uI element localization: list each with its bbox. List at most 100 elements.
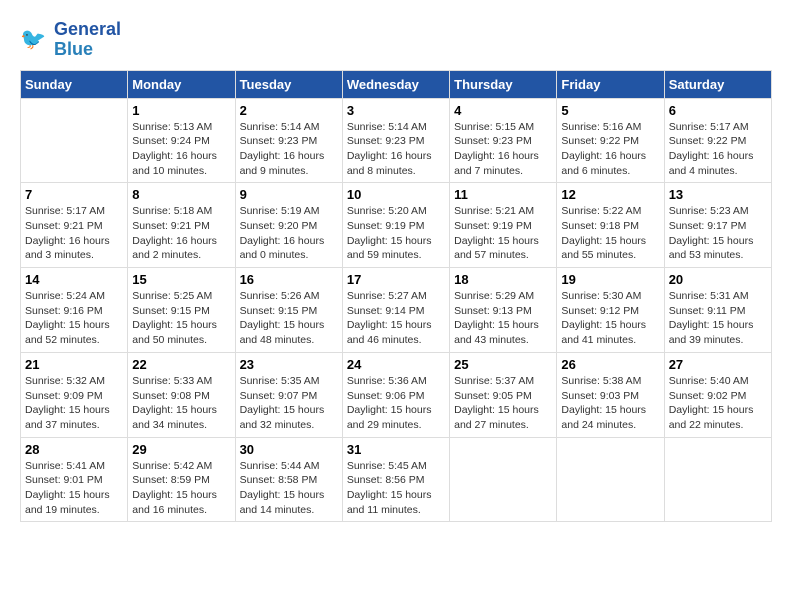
day-info: Sunrise: 5:14 AM Sunset: 9:23 PM Dayligh… <box>347 120 445 179</box>
day-number: 4 <box>454 103 552 118</box>
calendar-cell: 25 Sunrise: 5:37 AM Sunset: 9:05 PM Dayli… <box>450 352 557 437</box>
day-info: Sunrise: 5:45 AM Sunset: 8:56 PM Dayligh… <box>347 459 445 518</box>
calendar-cell: 6 Sunrise: 5:17 AM Sunset: 9:22 PM Daylig… <box>664 98 771 183</box>
calendar-cell: 19Sunrise: 5:30 AM Sunset: 9:12 PM Dayli… <box>557 268 664 353</box>
day-info: Sunrise: 5:37 AM Sunset: 9:05 PM Dayligh… <box>454 374 552 433</box>
day-number: 21 <box>25 357 123 372</box>
day-number: 29 <box>132 442 230 457</box>
page-header: 🐦 General Blue <box>20 20 772 60</box>
day-info: Sunrise: 5:14 AM Sunset: 9:23 PM Dayligh… <box>240 120 338 179</box>
day-info: Sunrise: 5:27 AM Sunset: 9:14 PM Dayligh… <box>347 289 445 348</box>
calendar-cell: 4 Sunrise: 5:15 AM Sunset: 9:23 PM Daylig… <box>450 98 557 183</box>
day-info: Sunrise: 5:36 AM Sunset: 9:06 PM Dayligh… <box>347 374 445 433</box>
day-header-tuesday: Tuesday <box>235 70 342 98</box>
day-number: 25 <box>454 357 552 372</box>
day-number: 30 <box>240 442 338 457</box>
day-header-thursday: Thursday <box>450 70 557 98</box>
day-info: Sunrise: 5:35 AM Sunset: 9:07 PM Dayligh… <box>240 374 338 433</box>
day-number: 5 <box>561 103 659 118</box>
day-number: 10 <box>347 187 445 202</box>
calendar-cell: 8 Sunrise: 5:18 AM Sunset: 9:21 PM Daylig… <box>128 183 235 268</box>
day-info: Sunrise: 5:32 AM Sunset: 9:09 PM Dayligh… <box>25 374 123 433</box>
calendar-cell: 22 Sunrise: 5:33 AM Sunset: 9:08 PM Dayli… <box>128 352 235 437</box>
calendar-cell: 15 Sunrise: 5:25 AM Sunset: 9:15 PM Dayli… <box>128 268 235 353</box>
calendar-cell <box>450 437 557 522</box>
day-info: Sunrise: 5:25 AM Sunset: 9:15 PM Dayligh… <box>132 289 230 348</box>
day-header-sunday: Sunday <box>21 70 128 98</box>
week-row-1: 1Sunrise: 5:13 AM Sunset: 9:24 PM Daylig… <box>21 98 772 183</box>
logo-text: General Blue <box>54 20 121 60</box>
calendar-cell <box>557 437 664 522</box>
calendar-cell: 17 Sunrise: 5:27 AM Sunset: 9:14 PM Dayli… <box>342 268 449 353</box>
day-number: 17 <box>347 272 445 287</box>
day-number: 15 <box>132 272 230 287</box>
calendar-cell: 29 Sunrise: 5:42 AM Sunset: 8:59 PM Dayli… <box>128 437 235 522</box>
day-number: 12 <box>561 187 659 202</box>
day-number: 6 <box>669 103 767 118</box>
day-number: 23 <box>240 357 338 372</box>
calendar-cell: 5 Sunrise: 5:16 AM Sunset: 9:22 PM Daylig… <box>557 98 664 183</box>
calendar-cell: 30 Sunrise: 5:44 AM Sunset: 8:58 PM Dayli… <box>235 437 342 522</box>
day-info: Sunrise: 5:17 AM Sunset: 9:22 PM Dayligh… <box>669 120 767 179</box>
day-number: 7 <box>25 187 123 202</box>
day-info: Sunrise: 5:42 AM Sunset: 8:59 PM Dayligh… <box>132 459 230 518</box>
day-number: 18 <box>454 272 552 287</box>
day-info: Sunrise: 5:22 AM Sunset: 9:18 PM Dayligh… <box>561 204 659 263</box>
day-info: Sunrise: 5:21 AM Sunset: 9:19 PM Dayligh… <box>454 204 552 263</box>
day-number: 22 <box>132 357 230 372</box>
day-info: Sunrise: 5:15 AM Sunset: 9:23 PM Dayligh… <box>454 120 552 179</box>
day-info: Sunrise: 5:31 AM Sunset: 9:11 PM Dayligh… <box>669 289 767 348</box>
day-number: 3 <box>347 103 445 118</box>
calendar-cell <box>21 98 128 183</box>
logo: 🐦 General Blue <box>20 20 121 60</box>
day-number: 20 <box>669 272 767 287</box>
week-row-5: 28Sunrise: 5:41 AM Sunset: 9:01 PM Dayli… <box>21 437 772 522</box>
logo-bird-icon: 🐦 <box>20 25 50 55</box>
day-header-monday: Monday <box>128 70 235 98</box>
day-number: 16 <box>240 272 338 287</box>
calendar-cell: 20 Sunrise: 5:31 AM Sunset: 9:11 PM Dayli… <box>664 268 771 353</box>
calendar-cell: 1Sunrise: 5:13 AM Sunset: 9:24 PM Daylig… <box>128 98 235 183</box>
calendar-table: SundayMondayTuesdayWednesdayThursdayFrid… <box>20 70 772 523</box>
day-info: Sunrise: 5:44 AM Sunset: 8:58 PM Dayligh… <box>240 459 338 518</box>
day-number: 14 <box>25 272 123 287</box>
day-number: 26 <box>561 357 659 372</box>
day-number: 27 <box>669 357 767 372</box>
calendar-cell: 7 Sunrise: 5:17 AM Sunset: 9:21 PM Daylig… <box>21 183 128 268</box>
calendar-cell: 31Sunrise: 5:45 AM Sunset: 8:56 PM Dayli… <box>342 437 449 522</box>
calendar-cell: 12 Sunrise: 5:22 AM Sunset: 9:18 PM Dayli… <box>557 183 664 268</box>
day-info: Sunrise: 5:19 AM Sunset: 9:20 PM Dayligh… <box>240 204 338 263</box>
calendar-header-row: SundayMondayTuesdayWednesdayThursdayFrid… <box>21 70 772 98</box>
svg-text:🐦: 🐦 <box>20 28 46 51</box>
day-number: 1 <box>132 103 230 118</box>
day-info: Sunrise: 5:17 AM Sunset: 9:21 PM Dayligh… <box>25 204 123 263</box>
calendar-cell: 18Sunrise: 5:29 AM Sunset: 9:13 PM Dayli… <box>450 268 557 353</box>
calendar-cell: 11 Sunrise: 5:21 AM Sunset: 9:19 PM Dayli… <box>450 183 557 268</box>
day-number: 24 <box>347 357 445 372</box>
day-info: Sunrise: 5:16 AM Sunset: 9:22 PM Dayligh… <box>561 120 659 179</box>
day-header-saturday: Saturday <box>664 70 771 98</box>
day-header-friday: Friday <box>557 70 664 98</box>
day-info: Sunrise: 5:20 AM Sunset: 9:19 PM Dayligh… <box>347 204 445 263</box>
calendar-cell: 21 Sunrise: 5:32 AM Sunset: 9:09 PM Dayli… <box>21 352 128 437</box>
day-number: 2 <box>240 103 338 118</box>
day-number: 13 <box>669 187 767 202</box>
calendar-cell: 23 Sunrise: 5:35 AM Sunset: 9:07 PM Dayli… <box>235 352 342 437</box>
calendar-cell <box>664 437 771 522</box>
calendar-cell: 3 Sunrise: 5:14 AM Sunset: 9:23 PM Daylig… <box>342 98 449 183</box>
day-number: 11 <box>454 187 552 202</box>
week-row-3: 14Sunrise: 5:24 AM Sunset: 9:16 PM Dayli… <box>21 268 772 353</box>
calendar-cell: 16 Sunrise: 5:26 AM Sunset: 9:15 PM Dayli… <box>235 268 342 353</box>
day-info: Sunrise: 5:38 AM Sunset: 9:03 PM Dayligh… <box>561 374 659 433</box>
calendar-cell: 9Sunrise: 5:19 AM Sunset: 9:20 PM Daylig… <box>235 183 342 268</box>
week-row-2: 7 Sunrise: 5:17 AM Sunset: 9:21 PM Daylig… <box>21 183 772 268</box>
day-info: Sunrise: 5:23 AM Sunset: 9:17 PM Dayligh… <box>669 204 767 263</box>
calendar-cell: 26 Sunrise: 5:38 AM Sunset: 9:03 PM Dayli… <box>557 352 664 437</box>
day-number: 8 <box>132 187 230 202</box>
day-info: Sunrise: 5:18 AM Sunset: 9:21 PM Dayligh… <box>132 204 230 263</box>
day-info: Sunrise: 5:41 AM Sunset: 9:01 PM Dayligh… <box>25 459 123 518</box>
calendar-cell: 13 Sunrise: 5:23 AM Sunset: 9:17 PM Dayli… <box>664 183 771 268</box>
logo-general: General <box>54 19 121 39</box>
day-info: Sunrise: 5:26 AM Sunset: 9:15 PM Dayligh… <box>240 289 338 348</box>
day-info: Sunrise: 5:33 AM Sunset: 9:08 PM Dayligh… <box>132 374 230 433</box>
